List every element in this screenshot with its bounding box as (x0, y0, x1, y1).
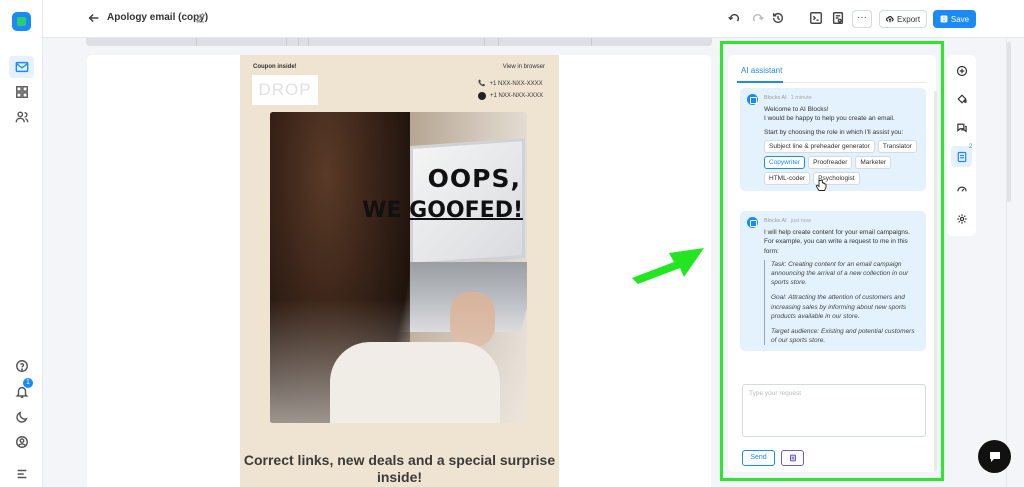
add-block-icon[interactable] (951, 60, 972, 81)
hero-text-oops: OOPS, (427, 164, 521, 193)
hand-cursor-icon (815, 179, 827, 191)
chat-bubble-icon (989, 451, 1000, 462)
message-time: 1 minute (790, 95, 812, 101)
save-label: Save (950, 14, 970, 24)
message-sender: Blocks AI (764, 95, 787, 101)
message-sender: Blocks AI (764, 218, 787, 224)
phone-number-1: +1 NXX-NXX-XXXX (489, 80, 543, 87)
example-request: Task: Creating content for an email camp… (764, 259, 918, 346)
message-line: Start by choosing the role in which I'll… (764, 128, 904, 136)
phone-row-1: 📞 +1 NXX-NXX-XXXX (478, 80, 543, 88)
role-chip-marketer[interactable]: Marketer (855, 155, 892, 169)
email-headline: Correct links, new deals and a special s… (243, 452, 556, 485)
page-scrollbar[interactable] (1007, 42, 1011, 202)
role-chip-html-coder[interactable]: HTML-coder (764, 171, 811, 185)
comments-icon[interactable] (951, 117, 972, 138)
email-template[interactable]: Coupon inside! View in browser DROP 📞 +1… (240, 55, 559, 487)
appearance-paint-icon[interactable] (951, 88, 972, 109)
role-chips: Subject line & preheader generator Trans… (764, 139, 918, 185)
bookmark-icon (789, 454, 796, 462)
blocks-ai-avatar-icon (747, 94, 758, 105)
more-options-button[interactable]: ··· (852, 10, 872, 28)
brand-logo: DROP (252, 75, 318, 105)
request-input[interactable] (742, 384, 926, 437)
save-prompt-button[interactable] (781, 450, 804, 466)
phone-number-2: +1 NXX-NXX-XXXX (490, 93, 544, 99)
right-toolbar: 2 (947, 55, 976, 236)
phone-row-2: +1 NXX-NXX-XXXX (478, 92, 543, 100)
chat-message: Blocks AI 1 minute Welcome to AI Blocks! … (740, 88, 926, 191)
export-button[interactable]: Export (879, 10, 927, 28)
notifications-badge: 1 (23, 378, 33, 388)
users-icon[interactable] (9, 106, 34, 128)
rename-pencil-icon[interactable] (195, 12, 206, 23)
role-chip-proofreader[interactable]: Proofreader (808, 155, 853, 169)
email-icon[interactable] (9, 56, 34, 78)
example-task: Task: Creating content for an email camp… (771, 260, 909, 287)
export-label: Export (896, 14, 921, 24)
undo-icon[interactable] (727, 11, 741, 25)
code-editor-icon[interactable] (809, 11, 823, 25)
coupon-text: Coupon inside! (253, 64, 297, 70)
tab-ai-assistant[interactable]: AI assistant (741, 66, 782, 75)
save-button[interactable]: Save (933, 10, 976, 28)
redo-icon[interactable] (751, 11, 765, 25)
pointer-arrow-icon (632, 248, 704, 284)
structure-strip[interactable] (86, 38, 712, 46)
help-icon[interactable] (9, 355, 34, 377)
performance-gauge-icon[interactable] (951, 178, 972, 199)
version-history-icon[interactable] (771, 11, 785, 25)
message-time: just now (790, 218, 811, 224)
hero-text-goofed: WE GOOFED! (362, 198, 523, 223)
preview-icon[interactable] (831, 11, 845, 25)
example-audience: Target audience: Existing and potential … (771, 328, 915, 345)
back-arrow-icon[interactable] (87, 11, 101, 25)
example-goal: Goal: Attracting the attention of custom… (771, 294, 907, 320)
chat-message: Blocks AI just now I will help create con… (740, 211, 926, 352)
blocks-ai-avatar-icon (747, 217, 758, 228)
message-line: Welcome to AI Blocks! (764, 106, 829, 114)
support-chat-button[interactable] (978, 440, 1011, 473)
document-title: Apology email (copy) (107, 12, 209, 23)
hero-image[interactable]: OOPS, WE GOOFED! (270, 112, 527, 423)
role-chip-copywriter[interactable]: Copywriter (764, 155, 806, 169)
ai-assistant-badge: 2 (969, 144, 973, 150)
message-line: I would be happy to help you create an e… (764, 115, 895, 123)
whatsapp-icon (478, 92, 486, 100)
top-bar: Apology email (copy) ··· Export Save (43, 0, 1024, 38)
cloud-upload-icon (885, 16, 894, 23)
app-logo[interactable] (12, 12, 31, 31)
ai-assistant-panel: AI assistant Blocks AI 1 minute Welcome t… (728, 55, 937, 472)
modules-icon[interactable] (9, 81, 34, 103)
role-chip-subject-line[interactable]: Subject line & preheader generator (764, 139, 875, 153)
save-icon (940, 15, 948, 23)
settings-gear-icon[interactable] (951, 208, 972, 229)
left-rail: 1 (0, 0, 43, 487)
dark-mode-icon[interactable] (9, 406, 34, 428)
phone-icon: 📞 (478, 81, 486, 87)
notifications-icon[interactable]: 1 (9, 378, 34, 403)
send-button[interactable]: Send (742, 450, 775, 466)
collapse-menu-icon[interactable] (9, 463, 34, 485)
role-chip-translator[interactable]: Translator (877, 139, 917, 153)
profile-icon[interactable] (9, 431, 34, 453)
message-intro: I will help create content for your emai… (764, 229, 910, 255)
panel-scrollbar[interactable] (934, 91, 937, 471)
view-in-browser-link[interactable]: View in browser (503, 64, 545, 70)
